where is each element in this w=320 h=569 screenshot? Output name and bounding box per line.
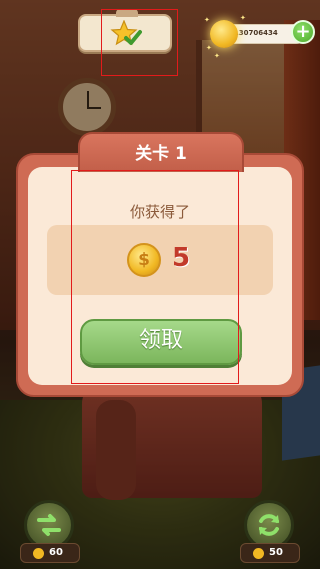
sparkle-icon: ✦ [206, 44, 212, 52]
swap-icon [37, 514, 61, 536]
coin-icon [210, 20, 238, 48]
dialog-header: 关卡 1 [78, 132, 244, 172]
sparkle-icon: ✦ [204, 16, 210, 24]
refresh-cost-value: 50 [269, 547, 283, 558]
swap-cost-value: 60 [49, 547, 63, 558]
coin-icon [33, 548, 44, 559]
annotation-box-star [101, 9, 178, 76]
swap-cost: 60 [20, 543, 80, 563]
dialog-title: 关卡 1 [135, 144, 187, 164]
plus-icon: + [295, 21, 311, 42]
sparkle-icon: ✦ [214, 52, 220, 60]
coin-icon [253, 548, 264, 559]
annotation-box-reward [71, 170, 239, 384]
add-coins-button[interactable]: + [291, 20, 315, 44]
refresh-icon [259, 514, 279, 536]
sparkle-icon: ✦ [240, 14, 246, 22]
refresh-cost: 50 [240, 543, 300, 563]
